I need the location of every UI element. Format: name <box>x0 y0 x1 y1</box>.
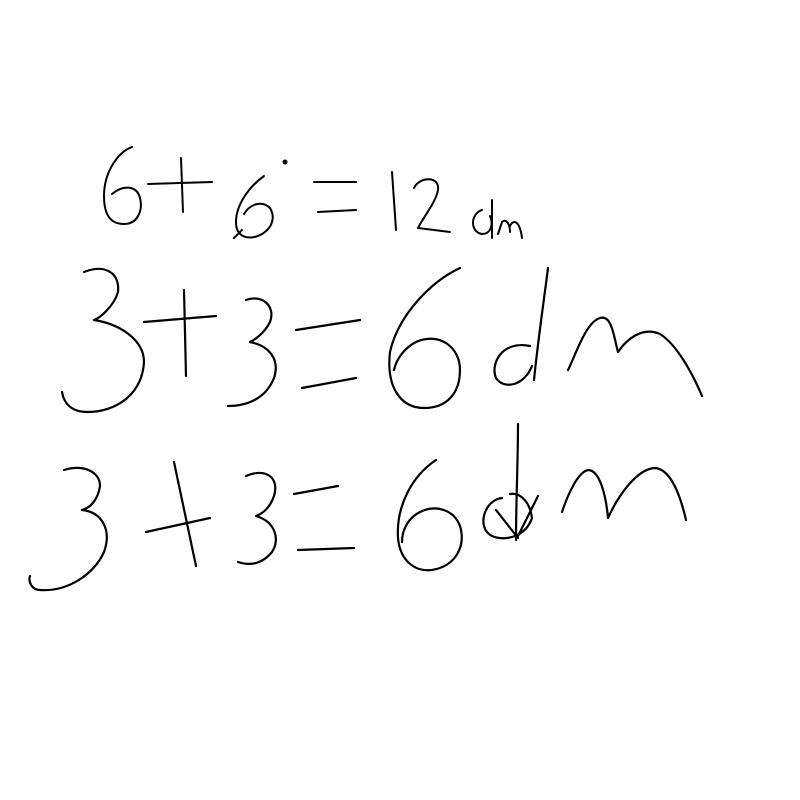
glyph-equals <box>292 484 356 552</box>
glyph-d <box>493 266 550 386</box>
handwritten-line-3 <box>28 422 688 592</box>
glyph-equals <box>294 318 362 390</box>
glyph-m <box>497 219 523 239</box>
glyph-m <box>566 316 704 398</box>
glyph-m <box>560 466 688 522</box>
glyph-plus <box>142 288 218 378</box>
glyph-plus <box>144 460 212 568</box>
glyph-6 <box>388 266 462 410</box>
glyph-3 <box>28 466 108 592</box>
glyph-1 <box>391 171 397 231</box>
glyph-6 <box>233 175 274 239</box>
glyph-d <box>482 422 540 542</box>
glyph-equals <box>313 181 357 213</box>
glyph-6 <box>396 458 463 572</box>
glyph-3 <box>226 297 277 408</box>
handwritten-line-2 <box>60 266 704 414</box>
glyph-2 <box>413 178 451 233</box>
glyph-d <box>472 199 493 239</box>
handwritten-line-1 <box>103 146 523 239</box>
glyph-plus <box>147 157 213 213</box>
glyph-3 <box>236 471 277 565</box>
glyph-6 <box>103 146 142 225</box>
ink-dot <box>282 159 288 165</box>
ink-layer <box>28 146 704 592</box>
glyph-3 <box>60 267 146 414</box>
